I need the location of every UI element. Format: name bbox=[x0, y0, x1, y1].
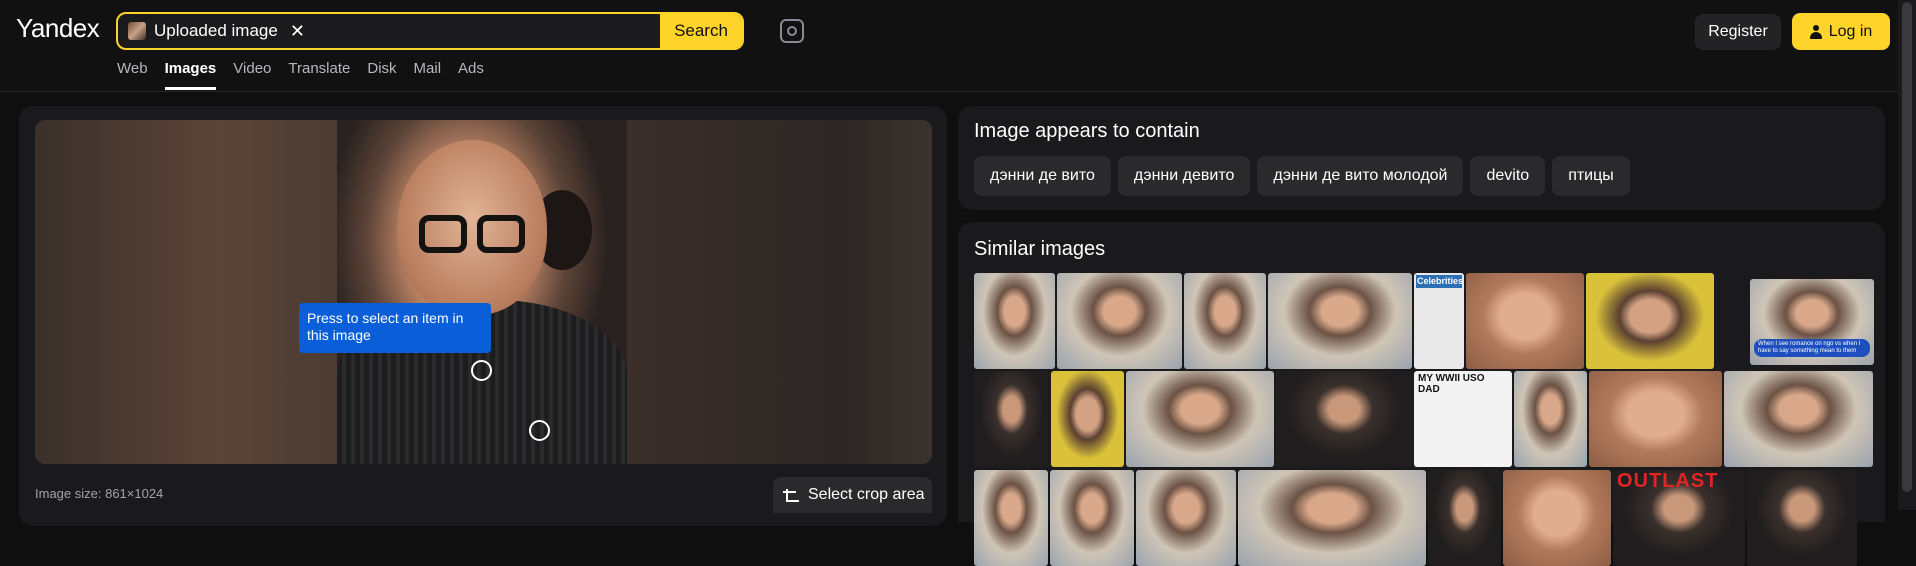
top-bar: Yandex Uploaded image ✕ Search Register … bbox=[0, 0, 1916, 92]
contains-heading: Image appears to contain bbox=[974, 120, 1200, 142]
similar-row: OUTLAST bbox=[974, 470, 1857, 566]
crop-icon bbox=[783, 488, 799, 502]
similar-thumbnail[interactable]: When I see romance on ngo vs when I have… bbox=[1750, 279, 1874, 365]
photo-glasses-right bbox=[477, 215, 525, 253]
select-item-tooltip: Press to select an item in this image bbox=[299, 303, 491, 353]
login-label: Log in bbox=[1828, 22, 1873, 40]
similar-thumbnail[interactable]: Celebrities bbox=[1414, 273, 1464, 369]
similar-thumbnail[interactable] bbox=[1589, 371, 1722, 467]
object-hotspot-2[interactable] bbox=[529, 420, 550, 441]
similar-thumbnail[interactable] bbox=[1126, 371, 1274, 467]
similar-thumbnail[interactable] bbox=[1514, 371, 1587, 467]
similar-thumbnail[interactable] bbox=[1466, 273, 1584, 369]
similar-heading: Similar images bbox=[974, 238, 1106, 260]
uploaded-thumbnail bbox=[128, 22, 146, 40]
similar-thumbnail[interactable] bbox=[1586, 273, 1714, 369]
remove-chip-icon[interactable]: ✕ bbox=[290, 21, 305, 42]
similar-row: MY WWII USO DAD bbox=[974, 371, 1873, 467]
tab-images[interactable]: Images bbox=[164, 60, 217, 90]
similar-thumbnail[interactable]: MY WWII USO DAD bbox=[1414, 371, 1512, 467]
similar-thumbnail[interactable] bbox=[974, 273, 1055, 369]
tab-mail[interactable]: Mail bbox=[414, 60, 442, 90]
photo-glasses-left bbox=[419, 215, 467, 253]
crop-label: Select crop area bbox=[808, 486, 925, 503]
image-size-label: Image size: 861×1024 bbox=[35, 486, 164, 501]
yandex-logo[interactable]: Yandex bbox=[16, 13, 100, 44]
search-box[interactable]: Uploaded image ✕ Search bbox=[116, 12, 744, 50]
similar-thumbnail[interactable] bbox=[1503, 470, 1611, 566]
tab-web[interactable]: Web bbox=[117, 60, 148, 90]
search-button[interactable]: Search bbox=[660, 14, 742, 48]
tab-translate[interactable]: Translate bbox=[288, 60, 350, 90]
scrollbar-thumb[interactable] bbox=[1902, 2, 1912, 492]
object-hotspot-1[interactable] bbox=[471, 360, 492, 381]
login-button[interactable]: Log in bbox=[1792, 13, 1890, 50]
uploaded-image-chip[interactable]: Uploaded image ✕ bbox=[128, 19, 305, 43]
similar-thumbnail[interactable] bbox=[1428, 470, 1501, 566]
select-crop-area-button[interactable]: Select crop area bbox=[773, 477, 932, 513]
tag-chip[interactable]: птицы bbox=[1552, 156, 1630, 196]
similar-thumbnail[interactable] bbox=[1136, 470, 1236, 566]
similar-thumbnail[interactable] bbox=[974, 371, 1049, 467]
similar-thumbnail[interactable] bbox=[1724, 371, 1873, 467]
similar-thumbnail[interactable] bbox=[1238, 470, 1426, 566]
blurred-background-right bbox=[627, 120, 932, 464]
thumbnail-caption: Celebrities bbox=[1416, 275, 1464, 288]
image-viewer[interactable] bbox=[35, 120, 932, 464]
similar-thumbnail[interactable] bbox=[1268, 273, 1412, 369]
thumbnail-caption: MY WWII USO DAD bbox=[1418, 373, 1485, 395]
tag-chip[interactable]: дэнни де вито молодой bbox=[1257, 156, 1464, 196]
similar-thumbnail[interactable] bbox=[1050, 470, 1134, 566]
blurred-background-left bbox=[35, 120, 337, 464]
similar-thumbnail[interactable] bbox=[1057, 273, 1182, 369]
similar-thumbnail[interactable] bbox=[974, 470, 1048, 566]
tab-disk[interactable]: Disk bbox=[367, 60, 396, 90]
tab-video[interactable]: Video bbox=[233, 60, 271, 90]
camera-search-icon[interactable] bbox=[780, 19, 804, 43]
page-scrollbar[interactable] bbox=[1898, 0, 1916, 510]
user-icon bbox=[1809, 24, 1822, 39]
similar-thumbnail[interactable] bbox=[1747, 470, 1857, 566]
tag-chip[interactable]: devito bbox=[1470, 156, 1546, 196]
tab-ads[interactable]: Ads bbox=[458, 60, 484, 90]
tag-chip[interactable]: дэнни де вито bbox=[974, 156, 1111, 196]
uploaded-photo[interactable] bbox=[337, 120, 627, 464]
service-tabs: Web Images Video Translate Disk Mail Ads bbox=[117, 60, 501, 90]
similar-row: Celebrities When I see romance on ngo vs… bbox=[974, 273, 1874, 369]
register-button[interactable]: Register bbox=[1695, 14, 1781, 50]
thumbnail-caption: When I see romance on ngo vs when I have… bbox=[1754, 339, 1870, 357]
chip-label: Uploaded image bbox=[154, 21, 278, 40]
similar-thumbnail[interactable] bbox=[1051, 371, 1124, 467]
similar-thumbnail[interactable]: OUTLAST bbox=[1613, 470, 1745, 566]
thumbnail-caption: OUTLAST bbox=[1617, 470, 1719, 492]
similar-thumbnail[interactable] bbox=[1184, 273, 1266, 369]
contains-tags: дэнни де вито дэнни девито дэнни де вито… bbox=[974, 156, 1630, 196]
similar-thumbnail[interactable] bbox=[1276, 371, 1412, 467]
tag-chip[interactable]: дэнни девито bbox=[1117, 156, 1251, 196]
